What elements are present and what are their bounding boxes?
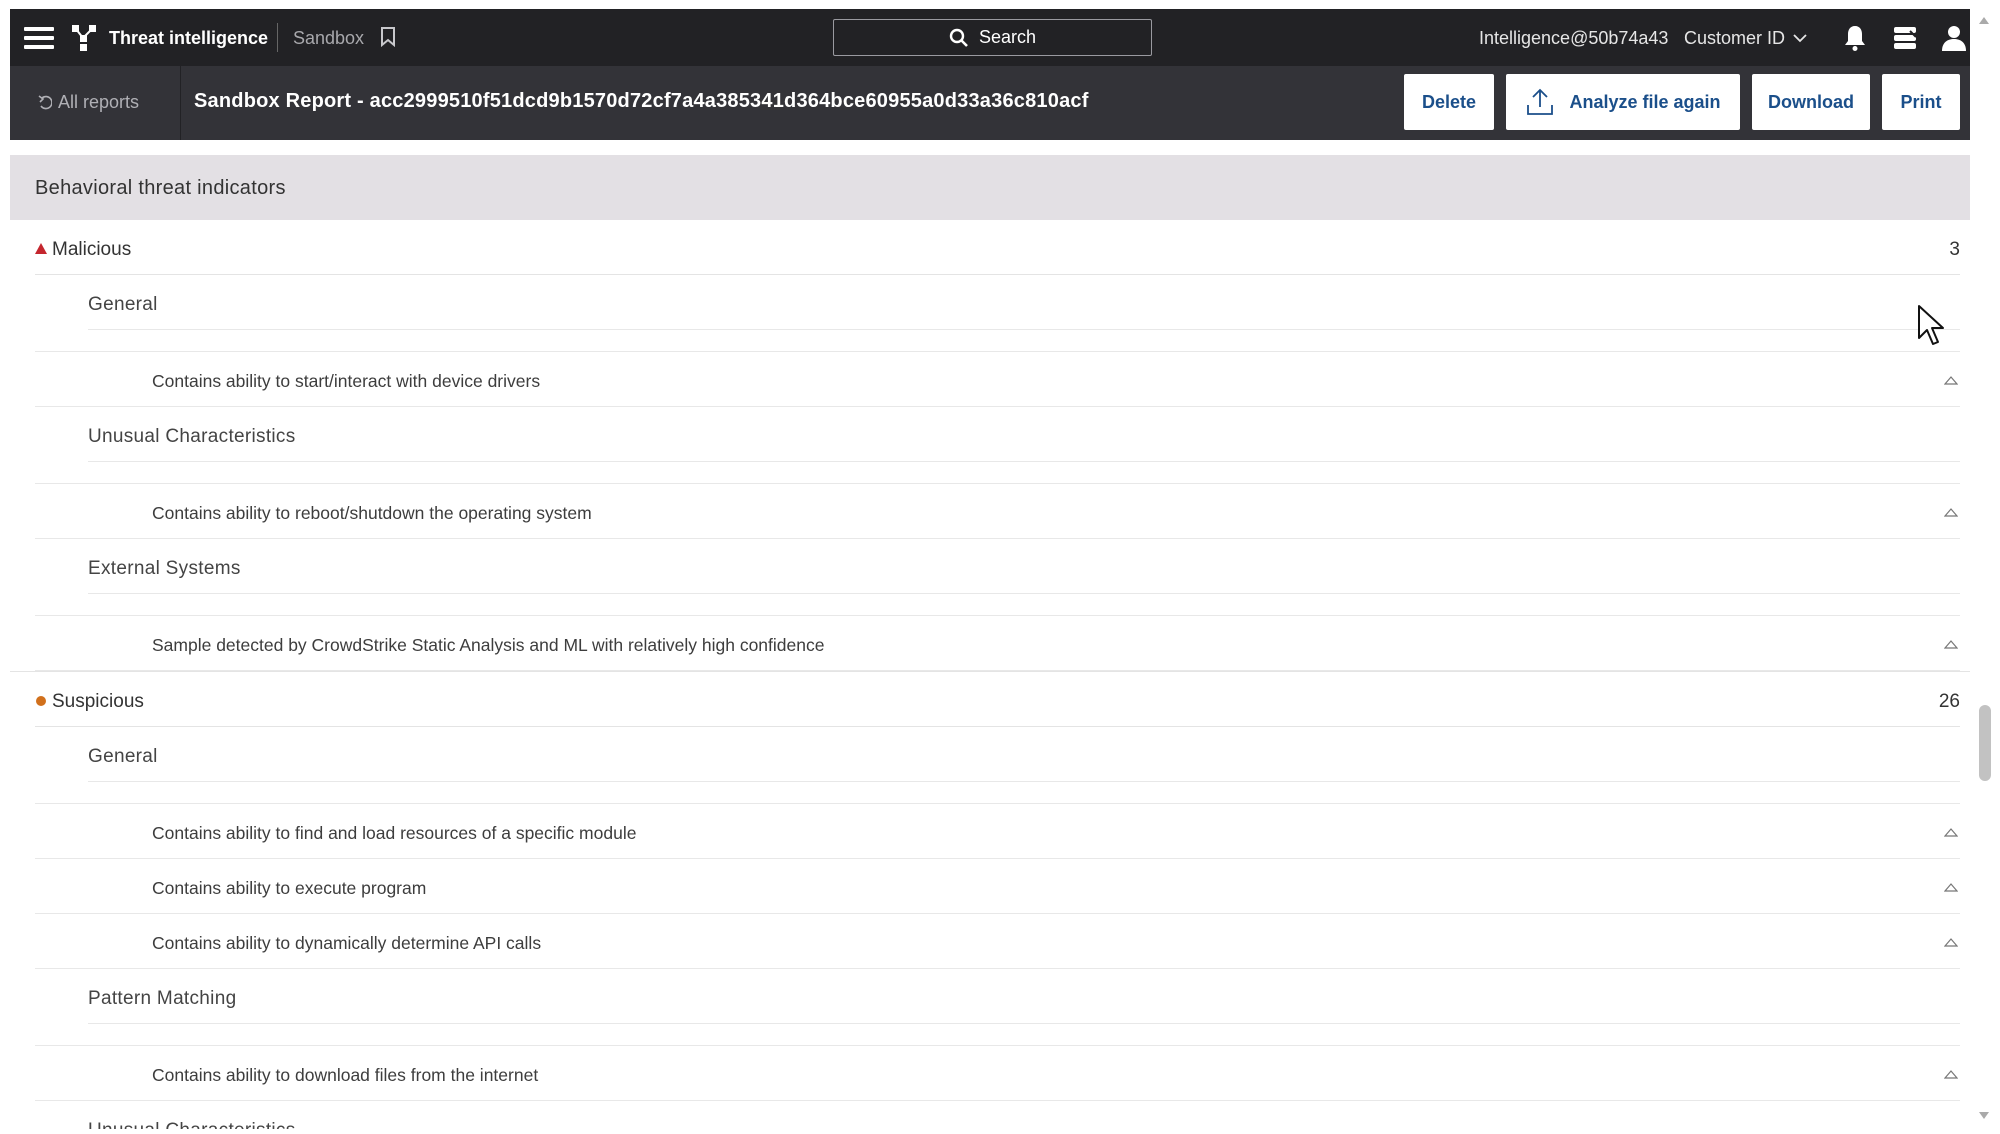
support-icon[interactable] <box>1890 23 1920 53</box>
app-window: Threat intelligence Sandbox Search Intel… <box>10 9 1975 1129</box>
indicator-label: Contains ability to find and load resour… <box>152 823 637 843</box>
all-reports-link[interactable]: All reports <box>38 92 139 113</box>
user-icon[interactable] <box>1939 23 1969 53</box>
category-row: Unusual Characteristics <box>88 1101 1960 1129</box>
delete-button-label: Delete <box>1421 91 1477 112</box>
suspicious-dot-icon <box>36 696 46 706</box>
user-email[interactable]: Intelligence@50b74a43 <box>1479 28 1668 49</box>
breadcrumb-sandbox[interactable]: Sandbox <box>293 28 364 49</box>
category-label: External Systems <box>88 558 241 579</box>
top-navigation-bar: Threat intelligence Sandbox Search Intel… <box>10 9 1975 66</box>
customer-id-label: Customer ID <box>1684 28 1786 48</box>
indicator-label: Contains ability to reboot/shutdown the … <box>152 503 592 523</box>
section-header: Behavioral threat indicators <box>10 155 1973 220</box>
print-button-label: Print <box>1900 91 1942 112</box>
indicator-label: Contains ability to start/interact with … <box>152 371 541 391</box>
indicator-row[interactable]: Contains ability to reboot/shutdown the … <box>35 484 1960 539</box>
indicator-row[interactable]: Contains ability to download files from … <box>35 1046 1960 1101</box>
search-icon <box>949 28 968 47</box>
severity-group-suspicious[interactable]: Suspicious 26 <box>35 672 1960 727</box>
category-row: Unusual Characteristics <box>88 407 1960 462</box>
scroll-up-arrow-icon[interactable] <box>1979 17 1989 24</box>
severity-group-malicious[interactable]: Malicious 3 <box>35 220 1960 275</box>
search-input[interactable]: Search <box>833 19 1152 56</box>
category-label: Unusual Characteristics <box>88 426 296 447</box>
expand-toggle-icon[interactable] <box>1944 937 1958 947</box>
expand-toggle-icon[interactable] <box>1944 882 1958 892</box>
indicator-label: Contains ability to dynamically determin… <box>152 933 542 953</box>
category-label: General <box>88 294 158 315</box>
all-reports-label: All reports <box>58 92 140 112</box>
category-label: Unusual Characteristics <box>88 1120 296 1129</box>
category-row: External Systems <box>88 539 1960 594</box>
expand-toggle-icon[interactable] <box>1944 507 1958 517</box>
upload-icon <box>1527 88 1554 115</box>
report-header-bar: All reports Sandbox Report - acc2999510f… <box>10 66 1975 140</box>
category-label: General <box>88 746 158 767</box>
divider <box>180 66 181 140</box>
section-title: Behavioral threat indicators <box>35 177 286 199</box>
crowdstrike-logo-icon[interactable] <box>70 23 98 51</box>
severity-label: Suspicious <box>52 691 144 712</box>
severity-label: Malicious <box>52 239 132 260</box>
menu-icon[interactable] <box>24 27 54 49</box>
bookmark-icon[interactable] <box>380 27 396 47</box>
download-button-label: Download <box>1768 91 1854 112</box>
print-button[interactable]: Print <box>1882 74 1960 130</box>
search-placeholder: Search <box>978 27 1037 47</box>
customer-id-dropdown[interactable]: Customer ID <box>1684 28 1807 49</box>
expand-toggle-icon[interactable] <box>1944 1069 1958 1079</box>
vertical-scrollbar[interactable] <box>1970 9 2000 1129</box>
scroll-down-arrow-icon[interactable] <box>1979 1112 1989 1119</box>
app-title[interactable]: Threat intelligence <box>109 28 268 49</box>
expand-toggle-icon[interactable] <box>1944 639 1958 649</box>
indicator-label: Contains ability to download files from … <box>152 1065 539 1085</box>
scrollbar-thumb[interactable] <box>1979 705 1991 781</box>
indicator-row[interactable]: Sample detected by CrowdStrike Static An… <box>35 616 1960 671</box>
analyze-button-label: Analyze file again <box>1569 91 1721 112</box>
delete-button[interactable]: Delete <box>1404 74 1494 130</box>
indicator-row[interactable]: Contains ability to find and load resour… <box>35 804 1960 859</box>
divider <box>277 23 278 52</box>
download-button[interactable]: Download <box>1752 74 1870 130</box>
category-row: General <box>88 275 1960 330</box>
chevron-down-icon <box>1793 34 1807 43</box>
indicator-row[interactable]: Contains ability to dynamically determin… <box>35 914 1960 969</box>
analyze-file-again-button[interactable]: Analyze file again <box>1506 74 1740 130</box>
indicator-label: Contains ability to execute program <box>152 878 427 898</box>
category-row: General <box>88 727 1960 782</box>
severity-count: 26 <box>1938 691 1960 712</box>
report-title: Sandbox Report - acc2999510f51dcd9b1570d… <box>194 90 1089 112</box>
severity-count: 3 <box>1949 239 1960 260</box>
indicator-row[interactable]: Contains ability to execute program <box>35 859 1960 914</box>
back-arrow-icon <box>38 94 52 109</box>
category-label: Pattern Matching <box>88 988 237 1009</box>
indicator-label: Sample detected by CrowdStrike Static An… <box>152 635 825 655</box>
report-content: Behavioral threat indicators Malicious 3… <box>10 140 1975 1129</box>
bell-icon[interactable] <box>1840 23 1870 53</box>
mouse-pointer-icon <box>1918 305 1944 345</box>
category-row: Pattern Matching <box>88 969 1960 1024</box>
expand-toggle-icon[interactable] <box>1944 827 1958 837</box>
malicious-triangle-icon <box>35 243 47 254</box>
indicator-row[interactable]: Contains ability to start/interact with … <box>35 352 1960 407</box>
expand-toggle-icon[interactable] <box>1944 375 1958 385</box>
